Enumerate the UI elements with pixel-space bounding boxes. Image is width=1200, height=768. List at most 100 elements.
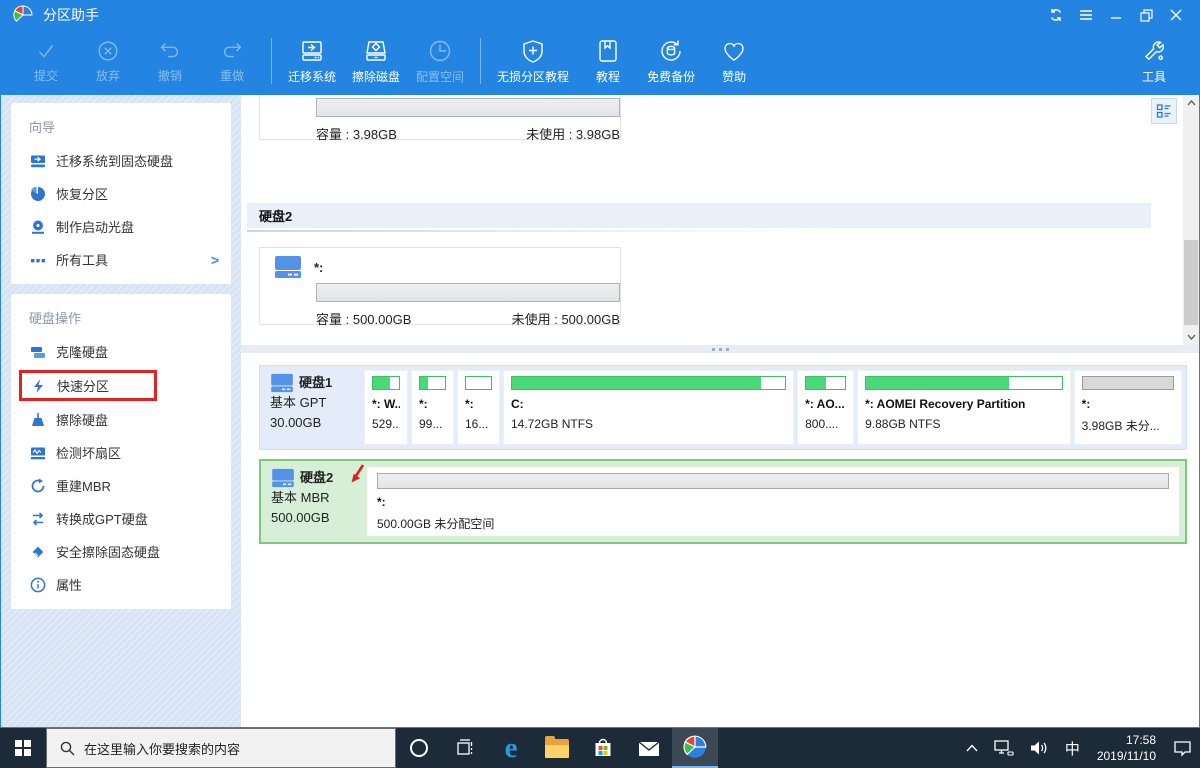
sidebar-item-wipe-disk[interactable]: 擦除硬盘 (11, 403, 231, 436)
tutorial-button[interactable]: 教程 (577, 37, 639, 85)
wipe-disk-button[interactable]: 擦除磁盘 (344, 37, 408, 85)
scroll-up-icon[interactable] (1183, 95, 1199, 111)
disk-operations-section: 硬盘操作 克隆硬盘 快速分区 (11, 294, 231, 609)
tools-button[interactable]: 工具 (1123, 37, 1185, 85)
sidebar-item-recover-partition[interactable]: 恢复分区 (11, 177, 231, 210)
sidebar-item-clone-disk[interactable]: 克隆硬盘 (11, 335, 231, 368)
sidebar-item-label: 快速分区 (57, 376, 109, 395)
pane-splitter[interactable] (241, 345, 1199, 353)
sidebar-item-secure-erase-ssd[interactable]: 安全擦除固态硬盘 (11, 535, 231, 568)
heart-icon (720, 37, 748, 65)
sponsor-button[interactable]: 赞助 (703, 37, 765, 85)
taskbar-clock[interactable]: 17:58 2019/11/10 (1088, 732, 1165, 764)
action-center-icon[interactable] (1165, 728, 1200, 768)
disk2-section-header: 硬盘2 (247, 203, 1151, 228)
task-view-button[interactable] (442, 728, 488, 768)
migrate-os-button[interactable]: 迁移系统 (280, 37, 344, 85)
sidebar-item-check-bad-sectors[interactable]: 检测坏扇区 (11, 436, 231, 469)
sidebar-item-all-tools[interactable]: 所有工具 > (11, 243, 231, 276)
free-backup-button[interactable]: 免费备份 (639, 37, 703, 85)
disk2-label[interactable]: 硬盘2 基本 MBR 500.00GB (261, 461, 361, 542)
taskbar-search-input[interactable]: 在这里输入你要搜索的内容 (46, 728, 396, 768)
date: 2019/11/10 (1097, 748, 1156, 764)
partition-block[interactable]: *: AO... 800.... (797, 370, 854, 445)
sidebar-item-convert-to-gpt[interactable]: 转换成GPT硬盘 (11, 502, 231, 535)
sidebar-item-migrate-os-to-ssd[interactable]: 迁移系统到固态硬盘 (11, 144, 231, 177)
toolbar: 提交 放弃 撤销 重做 迁移系统 (1, 30, 1199, 95)
tray-chevron-up-icon[interactable] (958, 728, 986, 768)
disk2-unallocated-partition[interactable]: *: 500.00GB 未分配空间 (367, 467, 1179, 536)
disk2-row-selected[interactable]: 硬盘2 基本 MBR 500.00GB *: 500.00GB 未分配空间 (259, 459, 1187, 544)
start-button[interactable] (0, 728, 46, 768)
file-explorer-icon (545, 739, 569, 758)
network-icon[interactable] (986, 728, 1022, 768)
bad-sector-icon (29, 444, 46, 461)
wipe-disk-icon (362, 37, 390, 65)
partition-block-recovery[interactable]: *: AOMEI Recovery Partition 9.88GB NTFS (857, 370, 1071, 445)
cancel-circle-icon (95, 38, 121, 64)
undo-button[interactable]: 撤销 (139, 38, 201, 84)
close-icon[interactable] (1161, 2, 1191, 28)
sidebar-item-label: 重建MBR (56, 476, 111, 495)
sidebar-item-rebuild-mbr[interactable]: 重建MBR (11, 469, 231, 502)
disk-name: 硬盘1 (299, 373, 332, 393)
partition-detail-card-disk2[interactable]: *: 容量 : 500.00GB 未使用 : 500.00GB (259, 247, 621, 325)
vertical-scrollbar[interactable] (1183, 95, 1199, 345)
drive-icon (270, 373, 294, 393)
book-icon (594, 37, 622, 65)
secure-erase-icon (29, 543, 46, 560)
sidebar-item-label: 安全擦除固态硬盘 (56, 542, 160, 561)
scroll-down-icon[interactable] (1183, 329, 1199, 345)
partition-block[interactable]: *: W... 529.... (364, 370, 408, 445)
sidebar-item-label: 转换成GPT硬盘 (56, 509, 148, 528)
allocate-space-button[interactable]: 配置空间 (408, 37, 472, 85)
partition-block[interactable]: *: 16... (457, 370, 500, 445)
capacity-label: 容量 : 3.98GB (316, 124, 397, 143)
partition-block-unallocated[interactable]: *: 3.98GB 未分... (1074, 370, 1182, 445)
redo-button[interactable]: 重做 (201, 38, 263, 84)
disk1-row[interactable]: 硬盘1 基本 GPT 30.00GB *: W... 529.... (259, 365, 1187, 450)
partition-tutorial-button[interactable]: 无损分区教程 (489, 37, 577, 85)
window-controls (1041, 2, 1191, 28)
cortana-button[interactable] (396, 728, 442, 768)
store-icon (592, 737, 614, 759)
mail-button[interactable] (626, 728, 672, 768)
ime-indicator[interactable]: 中 (1057, 728, 1088, 768)
capacity-bar (316, 98, 620, 117)
edge-button[interactable]: e (488, 728, 534, 768)
commit-button[interactable]: 提交 (15, 38, 77, 84)
partition-block[interactable]: *: 99... (411, 370, 454, 445)
drive-icon (274, 255, 302, 279)
discard-button[interactable]: 放弃 (77, 38, 139, 84)
partition-assistant-taskbar-button[interactable] (672, 728, 718, 768)
sidebar-item-properties[interactable]: 属性 (11, 568, 231, 601)
speaker-icon[interactable] (1022, 728, 1057, 768)
rebuild-refresh-icon (29, 477, 46, 494)
unused-label: 未使用 : 3.98GB (526, 124, 620, 143)
menu-icon[interactable] (1071, 2, 1101, 28)
convert-arrows-icon (29, 510, 46, 527)
boot-disc-icon (29, 218, 46, 235)
redo-icon (219, 38, 245, 64)
minimize-icon[interactable] (1101, 2, 1131, 28)
partition-name: *: (314, 260, 323, 275)
header-underline (247, 230, 832, 232)
disk1-label[interactable]: 硬盘1 基本 GPT 30.00GB (260, 366, 360, 449)
section-title: 向导 (11, 113, 231, 144)
sidebar-item-make-bootable-disc[interactable]: 制作启动光盘 (11, 210, 231, 243)
refresh-icon[interactable] (1041, 2, 1071, 28)
partition-detail-card-partial[interactable]: 容量 : 3.98GB 未使用 : 3.98GB (259, 95, 621, 140)
section-title: 硬盘操作 (11, 304, 231, 335)
file-explorer-button[interactable] (534, 728, 580, 768)
disk-detail-pane: 容量 : 3.98GB 未使用 : 3.98GB 硬盘2 (241, 95, 1199, 345)
restore-icon[interactable] (1131, 2, 1161, 28)
partition-block-c-drive[interactable]: C: 14.72GB NTFS (503, 370, 794, 445)
store-button[interactable] (580, 728, 626, 768)
sidebar-item-label: 制作启动光盘 (56, 217, 134, 236)
view-toggle-button[interactable] (1151, 98, 1177, 124)
sidebar-item-label: 擦除硬盘 (56, 410, 108, 429)
sidebar-item-label: 恢复分区 (56, 184, 108, 203)
check-icon (33, 38, 59, 64)
sidebar-item-quick-partition[interactable]: 快速分区 (19, 370, 157, 401)
scrollbar-thumb[interactable] (1184, 240, 1198, 325)
